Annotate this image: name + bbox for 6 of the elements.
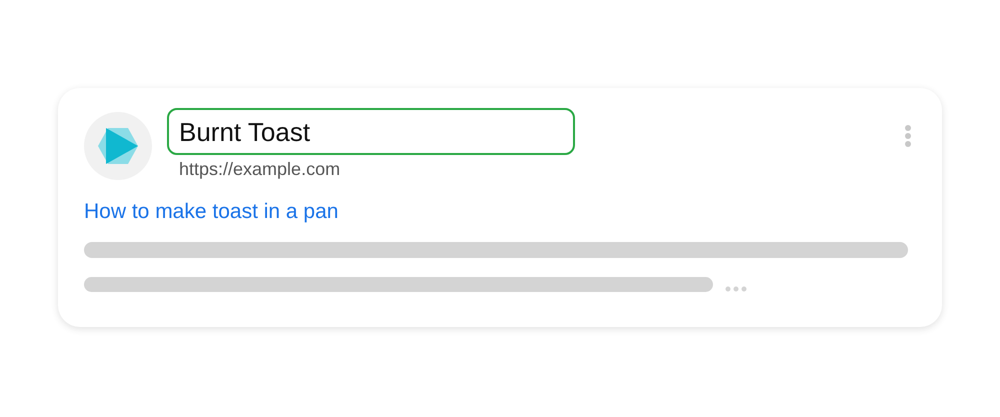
play-logo-icon bbox=[84, 112, 152, 180]
result-title: Burnt Toast bbox=[167, 108, 575, 155]
ellipsis-icon bbox=[725, 286, 747, 292]
result-link[interactable]: How to make toast in a pan bbox=[84, 200, 912, 224]
result-url: https://example.com bbox=[179, 159, 342, 180]
more-options-icon[interactable] bbox=[904, 124, 912, 148]
